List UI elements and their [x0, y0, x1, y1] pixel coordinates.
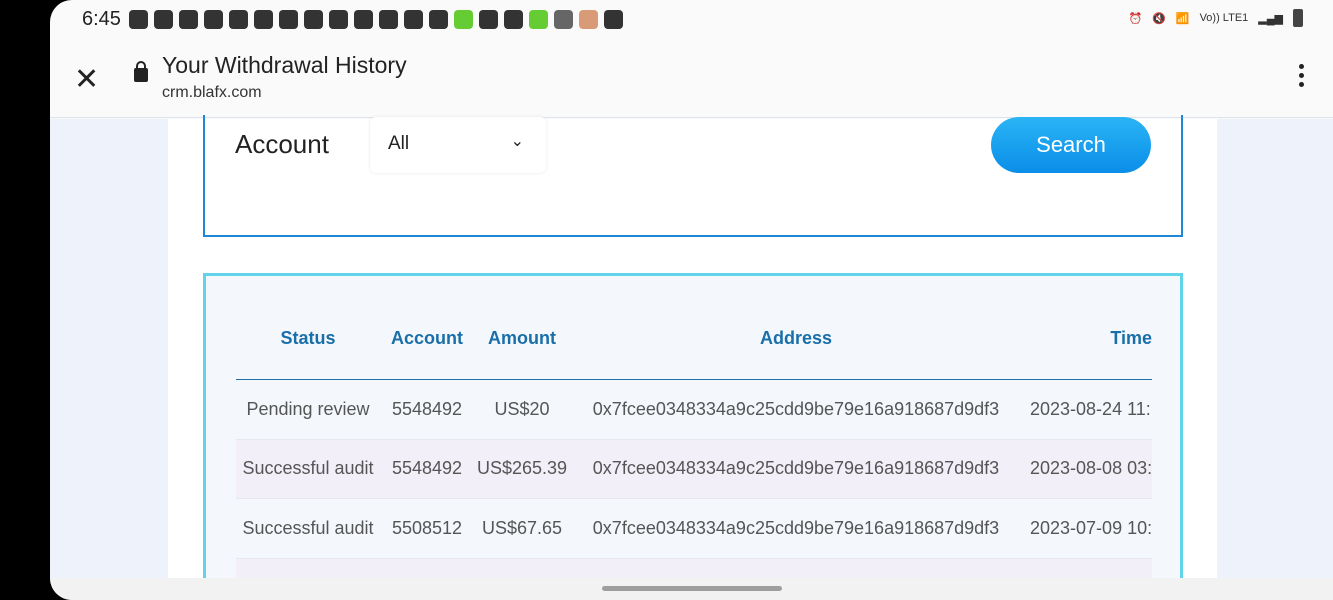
cell-address: 0x7fcee0348334a9c25cdd9be79e16a918687d9d… [592, 458, 1000, 479]
page-content: Account All ⌄ Search Status Account Amou… [50, 115, 1333, 593]
network-label: Vo)) LTE1 [1199, 12, 1249, 24]
navigation-bar [50, 578, 1333, 600]
app-icon [178, 9, 198, 29]
close-icon[interactable]: ✕ [74, 62, 99, 97]
sparkle-icon [553, 9, 573, 29]
cell-amount: US$20 [494, 398, 550, 419]
cell-time: 2023-07-09 10: [1030, 517, 1152, 538]
tiktok-icon [303, 9, 323, 29]
app-icon [378, 9, 398, 29]
whatsapp-icon [128, 9, 148, 29]
gmail-icon [428, 9, 448, 29]
withdrawal-table-panel: Status Account Amount Address Time Pendi… [203, 273, 1183, 593]
heart-icon [578, 9, 598, 29]
header-time: Time [1110, 328, 1152, 348]
instagram-icon [503, 9, 523, 29]
cell-address: 0x7fcee0348334a9c25cdd9be79e16a918687d9d… [592, 517, 1000, 538]
app-icon [528, 9, 548, 29]
system-icons: ⏰ 🔇 📶 Vo)) LTE1 ▂▄▆ [1128, 9, 1303, 27]
cell-account: 5508512 [391, 517, 463, 538]
header-address: Address [759, 328, 833, 348]
alarm-icon: ⏰ [1128, 12, 1143, 25]
cell-address: 0x7fcee0348334a9c25cdd9be79e16a918687d9d… [592, 398, 1000, 419]
table-row: Successful audit 5508512 US$67.65 0x7fce… [236, 499, 1152, 559]
cell-status: Successful audit [242, 517, 374, 538]
account-select-value: All [388, 133, 410, 154]
header-status: Status [280, 328, 336, 348]
header-account: Account [391, 328, 463, 348]
cell-status: Pending review [246, 398, 370, 419]
phone-screen: 6:45 ⏰ 🔇 📶 Vo)) LTE1 ▂▄▆ ✕ Your Withdraw… [50, 0, 1333, 600]
youtube-icon [278, 9, 298, 29]
browser-toolbar: ✕ Your Withdrawal History crm.blafx.com [50, 38, 1333, 118]
chevron-down-icon: ⌄ [510, 133, 524, 150]
app-icon [453, 9, 473, 29]
notification-icons [128, 9, 623, 29]
shopping-bag-icon [353, 9, 373, 29]
cell-amount: US$67.65 [481, 517, 563, 538]
cell-time: 2023-08-08 03: [1030, 458, 1152, 479]
signal-icon: ▂▄▆ [1258, 12, 1283, 25]
lock-icon[interactable] [134, 61, 148, 82]
account-select[interactable]: All ⌄ [370, 117, 546, 173]
cell-amount: US$265.39 [476, 458, 568, 479]
s-app-icon [478, 9, 498, 29]
cell-time: 2023-08-24 11: [1030, 398, 1151, 419]
wifi-icon: 📶 [1175, 12, 1190, 25]
key-icon [328, 9, 348, 29]
withdrawal-table[interactable]: Status Account Amount Address Time Pendi… [236, 276, 1152, 593]
clock: 6:45 [82, 7, 121, 30]
table-row: Successful audit 5548492 US$265.39 0x7fc… [236, 439, 1152, 499]
table-row: Pending review 5548492 US$20 0x7fcee0348… [236, 380, 1152, 440]
youtube-icon [253, 9, 273, 29]
filter-panel: Account All ⌄ Search [203, 115, 1183, 237]
app-icon [153, 9, 173, 29]
gallery-icon [603, 9, 623, 29]
content-card: Account All ⌄ Search Status Account Amou… [168, 115, 1217, 593]
more-options-icon[interactable] [1299, 64, 1305, 87]
page-url: crm.blafx.com [162, 84, 262, 101]
youtube-icon [228, 9, 248, 29]
table-header: Status Account Amount Address Time [236, 276, 1152, 380]
mute-icon: 🔇 [1152, 12, 1166, 25]
cell-account: 5548492 [391, 458, 463, 479]
s-app-icon [403, 9, 423, 29]
cell-status: Successful audit [242, 458, 374, 479]
account-label: Account [235, 129, 329, 159]
app-icon [203, 9, 223, 29]
status-bar: 6:45 ⏰ 🔇 📶 Vo)) LTE1 ▂▄▆ [50, 0, 1333, 38]
cell-account: 5548492 [391, 398, 463, 419]
search-button[interactable]: Search [991, 117, 1151, 173]
header-amount: Amount [488, 328, 556, 348]
page-title: Your Withdrawal History [162, 52, 407, 78]
battery-icon [1293, 9, 1303, 27]
home-gesture-handle[interactable] [602, 586, 782, 591]
